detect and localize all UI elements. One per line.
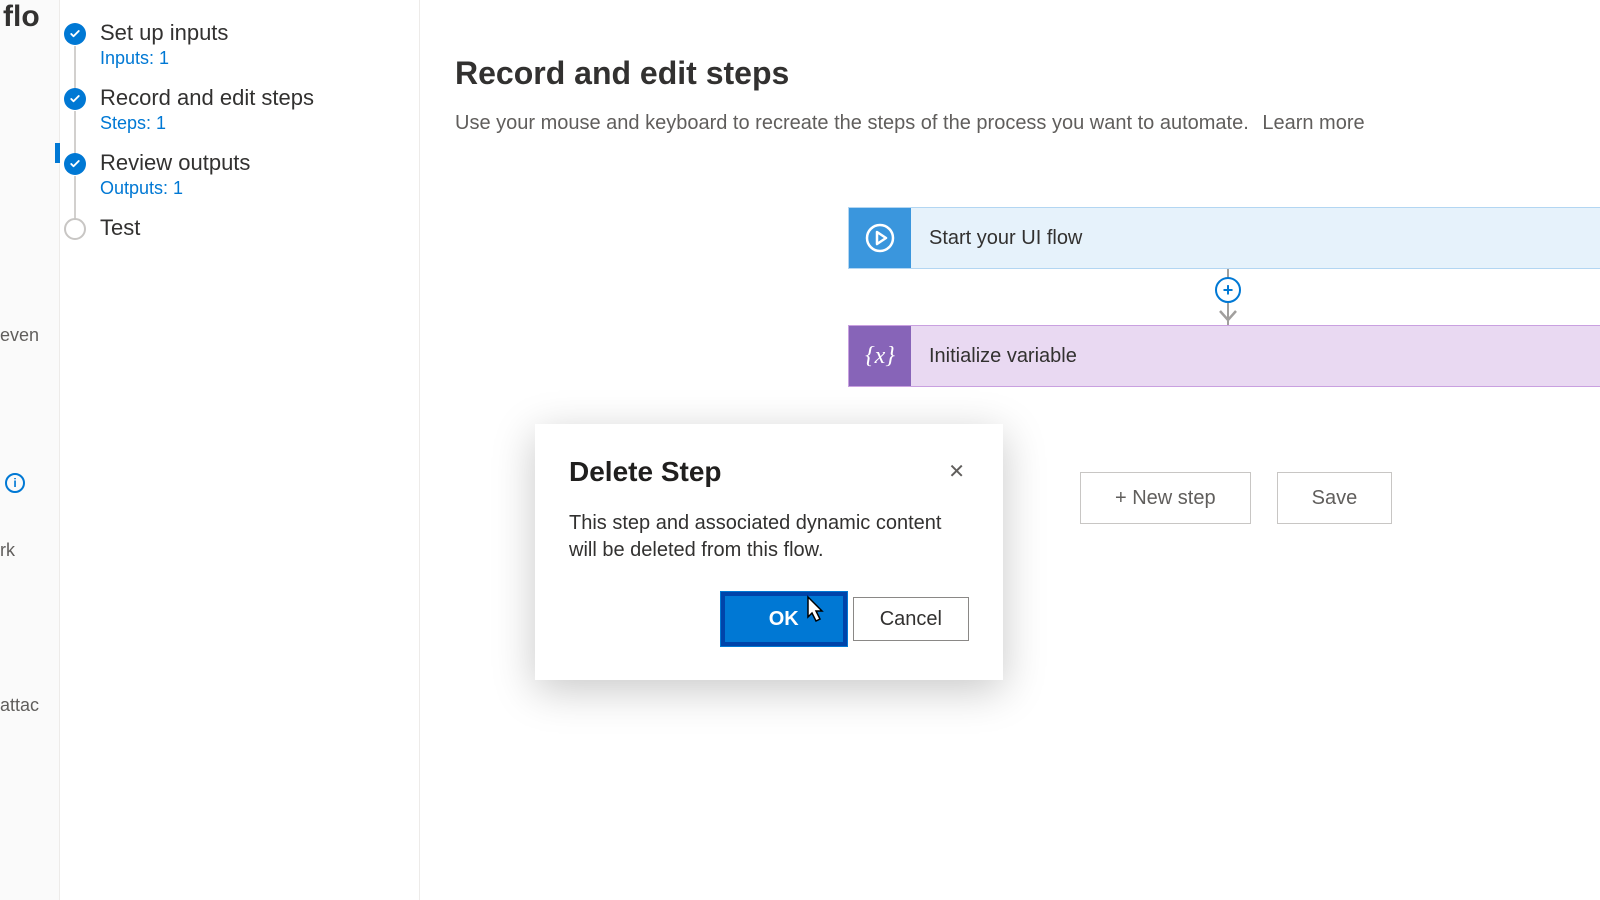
- stepper-item-setup-inputs[interactable]: Set up inputs Inputs: 1: [60, 12, 419, 77]
- stepper-selection-indicator: [55, 143, 60, 163]
- add-step-button[interactable]: +: [1215, 277, 1241, 303]
- stepper-list: Set up inputs Inputs: 1 Record and edit …: [60, 12, 419, 249]
- delete-step-dialog: Delete Step ✕ This step and associated d…: [535, 424, 1003, 680]
- save-button[interactable]: Save: [1277, 472, 1393, 524]
- check-icon: [64, 23, 86, 45]
- step-label: Review outputs: [100, 150, 250, 176]
- flow-card-initialize-variable[interactable]: {x} Initialize variable: [848, 325, 1600, 387]
- stepper-sidebar: Set up inputs Inputs: 1 Record and edit …: [60, 0, 420, 900]
- rail-item[interactable]: attac: [0, 695, 39, 716]
- rail-item[interactable]: rk: [0, 540, 15, 561]
- stepper-item-record-edit[interactable]: Record and edit steps Steps: 1: [60, 77, 419, 142]
- check-icon: [64, 153, 86, 175]
- flow-card-start[interactable]: Start your UI flow: [848, 207, 1600, 269]
- variable-icon: {x}: [849, 326, 911, 386]
- ok-button[interactable]: OK: [721, 592, 847, 646]
- info-icon[interactable]: i: [5, 473, 25, 493]
- flow-connector: +: [848, 269, 1600, 325]
- learn-more-link[interactable]: Learn more: [1262, 112, 1364, 134]
- step-label: Record and edit steps: [100, 85, 314, 111]
- play-icon: [849, 208, 911, 268]
- new-step-button[interactable]: + New step: [1080, 472, 1251, 524]
- dialog-title: Delete Step: [569, 456, 722, 488]
- flow-card-label: Initialize variable: [911, 326, 1600, 386]
- svg-text:{x}: {x}: [865, 343, 895, 369]
- check-icon: [64, 88, 86, 110]
- rail-title-fragment: a flo: [0, 0, 40, 34]
- stepper-item-test[interactable]: Test: [60, 207, 419, 249]
- cancel-button[interactable]: Cancel: [853, 597, 969, 641]
- step-subtext: Outputs: 1: [100, 178, 250, 199]
- step-subtext: Steps: 1: [100, 113, 314, 134]
- page-description-text: Use your mouse and keyboard to recreate …: [455, 112, 1249, 134]
- page-title: Record and edit steps: [455, 55, 1600, 92]
- dialog-body: This step and associated dynamic content…: [569, 510, 969, 564]
- flow-card-label: Start your UI flow: [911, 208, 1600, 268]
- step-subtext: Inputs: 1: [100, 48, 228, 69]
- step-label: Test: [100, 215, 140, 241]
- close-icon[interactable]: ✕: [944, 458, 969, 486]
- flow-actions-row: + New step Save: [1080, 472, 1600, 524]
- flow-canvas: Start your UI flow + {x} Initialize vari…: [848, 207, 1600, 387]
- rail-item[interactable]: even: [0, 325, 39, 346]
- empty-bullet-icon: [64, 218, 86, 240]
- page-description: Use your mouse and keyboard to recreate …: [455, 112, 1600, 135]
- stepper-item-review-outputs[interactable]: Review outputs Outputs: 1: [60, 142, 419, 207]
- app-left-rail: a flo even i rk attac: [0, 0, 60, 900]
- step-label: Set up inputs: [100, 20, 228, 46]
- chevron-down-icon: [1219, 309, 1237, 327]
